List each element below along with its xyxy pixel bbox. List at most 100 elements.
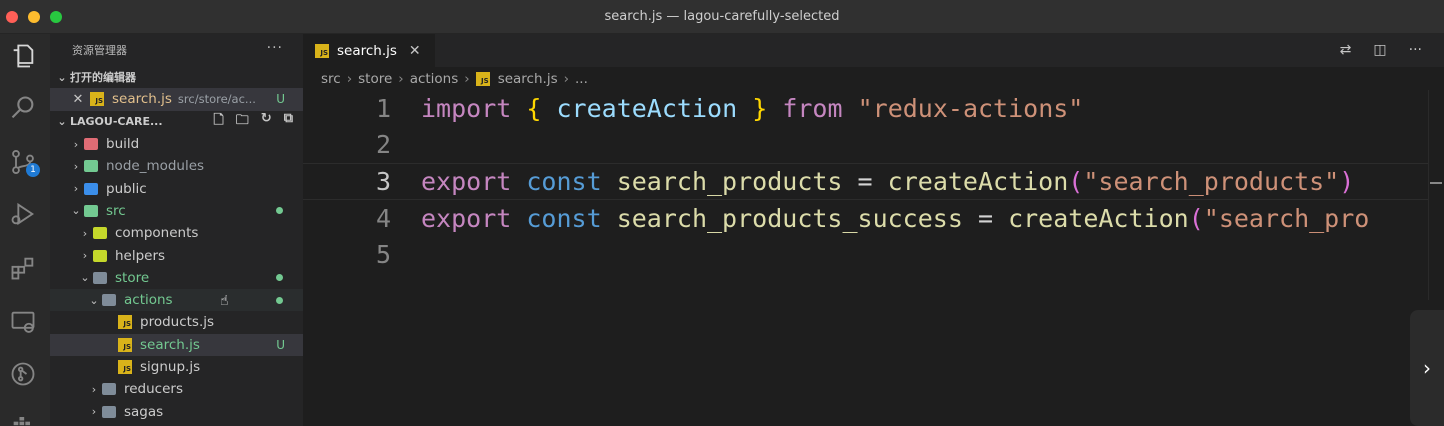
tree-label: actions	[124, 292, 173, 309]
tree-folder-store[interactable]: ⌄ store	[50, 267, 303, 289]
search-icon[interactable]	[7, 92, 39, 124]
explorer-sidebar: 资源管理器 ··· ⌄ 打开的编辑器 ✕ JS search.js src/st…	[50, 34, 303, 426]
collapse-all-icon[interactable]: ⧉	[284, 111, 293, 133]
line-number: 3	[375, 166, 391, 196]
untracked-badge: U	[276, 337, 285, 352]
javascript-file-icon: JS	[475, 72, 490, 86]
open-editor-filename: search.js	[112, 91, 172, 108]
folder-icon	[84, 138, 98, 151]
open-editor-path: src/store/ac...	[177, 92, 256, 107]
chevron-down-icon: ⌄	[57, 70, 67, 84]
chevron-right-icon: ›	[91, 382, 97, 396]
new-folder-icon[interactable]: 🗀	[236, 111, 249, 133]
chevron-right-icon: ›	[464, 71, 470, 87]
tree-folder-actions[interactable]: ⌄ actions ☝	[50, 288, 303, 312]
tree-folder-components[interactable]: › components	[50, 222, 303, 244]
source-control-icon[interactable]: 1	[7, 146, 40, 178]
line-text: export const search_products = createAct…	[421, 166, 1355, 196]
project-section[interactable]: ⌄ LAGOU-CARE... 🗋 🗀 ↻ ⧉	[50, 111, 303, 133]
tree-folder-node-modules[interactable]: › node_modules	[50, 155, 303, 177]
tree-file-signup[interactable]: JS signup.js	[50, 356, 303, 378]
breadcrumb-item[interactable]: store	[358, 71, 392, 87]
breadcrumb-item[interactable]: search.js	[498, 71, 558, 87]
javascript-file-icon: JS	[118, 360, 132, 374]
more-actions-icon[interactable]: ···	[267, 40, 283, 56]
breadcrumb-item[interactable]: ...	[575, 71, 588, 87]
more-actions-icon[interactable]: ···	[1409, 42, 1422, 58]
tab-label: search.js	[337, 43, 397, 59]
chevron-right-icon: ›	[73, 159, 79, 173]
activity-bar: 1	[0, 34, 50, 426]
line-text: import { createAction } from "redux-acti…	[421, 93, 1084, 123]
tree-folder-public[interactable]: › public	[50, 177, 303, 199]
close-icon[interactable]: ✕	[70, 92, 86, 107]
line-number: 5	[375, 240, 391, 270]
open-changes-icon[interactable]: ⇄	[1340, 42, 1352, 58]
folder-icon	[102, 405, 116, 418]
git-graph-icon[interactable]	[7, 358, 39, 390]
split-editor-icon[interactable]: ◫	[1373, 42, 1386, 58]
tab-search-js[interactable]: JS search.js ✕	[303, 34, 435, 67]
chevron-right-icon: ›	[563, 71, 570, 87]
tree-label: helpers	[115, 247, 166, 264]
javascript-file-icon: JS	[315, 44, 329, 58]
code-line: 4 export const search_products_success =…	[303, 200, 1433, 237]
tree-label: src	[106, 202, 126, 219]
source-control-badge: 1	[26, 163, 40, 177]
javascript-file-icon: JS	[118, 315, 132, 330]
close-tab-icon[interactable]: ✕	[409, 43, 421, 59]
modified-dot	[276, 274, 283, 282]
tree-folder-helpers[interactable]: › helpers	[50, 244, 303, 266]
chevron-right-icon[interactable]: ›	[1410, 310, 1444, 426]
editor-actions: ⇄ ◫ ···	[1340, 42, 1422, 58]
javascript-file-icon: JS	[90, 92, 104, 107]
javascript-file-icon: JS	[118, 337, 132, 352]
tree-folder-reducers[interactable]: › reducers	[50, 378, 303, 400]
tab-bar: JS search.js ✕ ⇄ ◫ ···	[303, 34, 1444, 67]
tree-label: node_modules	[106, 158, 205, 175]
folder-icon	[84, 182, 98, 195]
tree-file-search[interactable]: JS search.js U	[50, 333, 303, 356]
tree-label: store	[115, 269, 150, 286]
open-editor-item[interactable]: ✕ JS search.js src/store/ac... U	[50, 88, 303, 111]
refresh-icon[interactable]: ↻	[261, 111, 272, 133]
vertical-scrollbar[interactable]	[1428, 90, 1444, 300]
explorer-icon[interactable]	[7, 40, 39, 72]
folder-icon	[93, 271, 107, 284]
breadcrumb-item[interactable]: src	[321, 71, 341, 87]
remote-explorer-icon[interactable]	[7, 306, 39, 338]
chevron-down-icon: ⌄	[71, 204, 81, 218]
title-bar: search.js — lagou-carefully-selected	[0, 0, 1444, 34]
project-title: LAGOU-CARE...	[70, 115, 163, 129]
folder-icon	[102, 294, 116, 307]
code-area[interactable]: 1 import { createAction } from "redux-ac…	[303, 90, 1433, 273]
breadcrumb-item[interactable]: actions	[410, 71, 459, 87]
mouse-pointer-icon: ☝	[220, 292, 229, 309]
folder-icon	[93, 227, 107, 240]
chevron-right-icon: ›	[346, 71, 353, 87]
tree-folder-src[interactable]: ⌄ src	[50, 200, 303, 222]
tree-label: build	[106, 136, 140, 153]
extensions-icon[interactable]	[7, 252, 39, 284]
tree-folder-sagas[interactable]: › sagas	[50, 400, 303, 422]
minimap-marker	[1430, 182, 1442, 184]
docker-icon[interactable]	[7, 408, 39, 426]
open-editors-section[interactable]: ⌄ 打开的编辑器	[50, 66, 303, 88]
tree-file-products[interactable]: JS products.js	[50, 311, 303, 333]
tree-label: products.js	[140, 314, 215, 331]
folder-icon	[84, 160, 98, 173]
new-file-icon[interactable]: 🗋	[213, 111, 223, 133]
code-line: 1 import { createAction } from "redux-ac…	[303, 90, 1433, 127]
run-debug-icon[interactable]	[7, 198, 39, 230]
editor-area: JS search.js ✕ ⇄ ◫ ··· src › store › act…	[303, 34, 1444, 426]
explorer-header: 资源管理器 ···	[50, 34, 303, 66]
chevron-right-icon: ›	[398, 71, 404, 87]
window-title: search.js — lagou-carefully-selected	[604, 9, 840, 24]
chevron-down-icon: ⌄	[80, 271, 90, 285]
chevron-right-icon: ›	[73, 137, 79, 151]
modified-dot	[276, 296, 283, 304]
line-number: 2	[375, 130, 391, 160]
tree-label: sagas	[124, 403, 164, 420]
folder-icon	[93, 249, 107, 262]
tree-folder-build[interactable]: › build	[50, 133, 303, 155]
